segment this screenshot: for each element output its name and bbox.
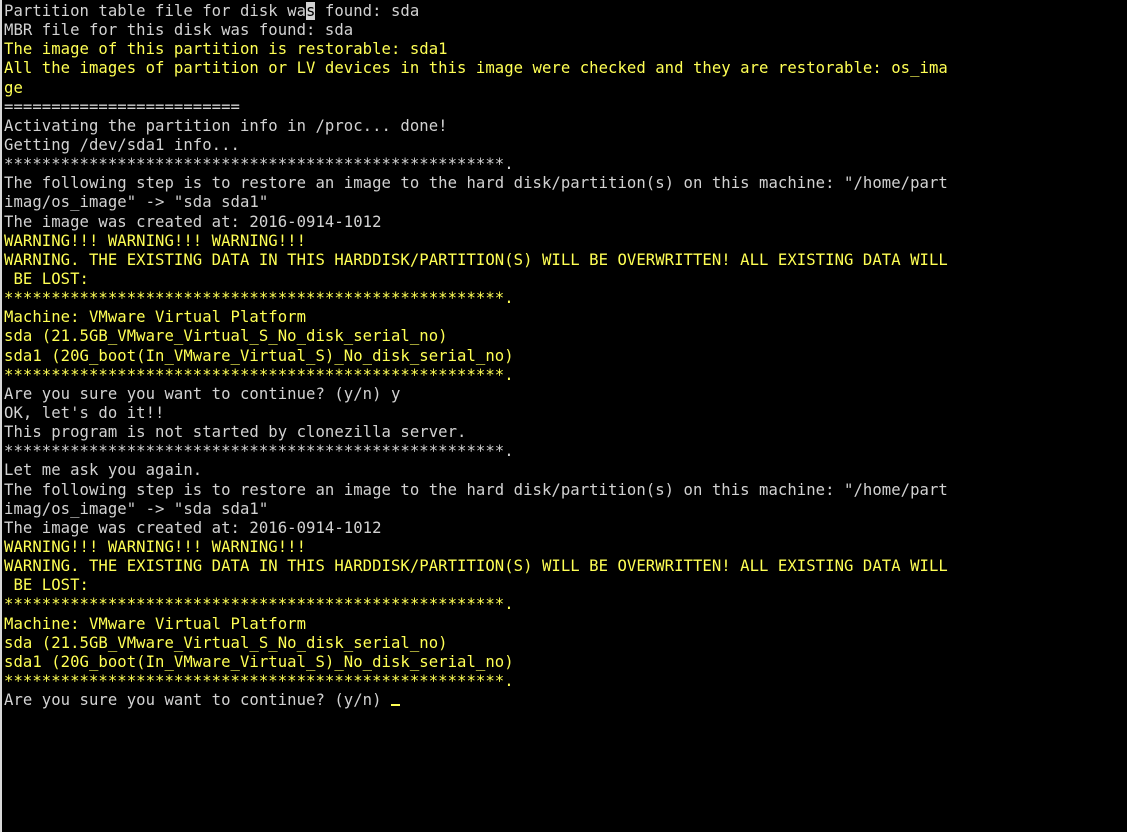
terminal-line: BE LOST: — [4, 269, 89, 288]
terminal-line: Partition table file for disk was found:… — [4, 2, 1127, 21]
terminal-line: sda1 (20G_boot(In_VMware_Virtual_S)_No_d… — [4, 652, 514, 671]
terminal-line: The following step is to restore an imag… — [4, 480, 948, 499]
terminal-prompt-line[interactable]: Are you sure you want to continue? (y/n) — [4, 691, 1127, 710]
terminal-line: imag/os_image" -> "sda sda1" — [4, 193, 269, 212]
terminal-line: BE LOST: — [4, 576, 89, 595]
terminal-line: Machine: VMware Virtual Platform — [4, 614, 307, 633]
terminal-line: ****************************************… — [4, 365, 514, 384]
terminal-line: WARNING!!! WARNING!!! WARNING!!! — [4, 231, 307, 250]
terminal-line: ****************************************… — [4, 442, 514, 461]
terminal-line: Activating the partition info in /proc..… — [4, 116, 448, 135]
terminal-line: Machine: VMware Virtual Platform — [4, 308, 307, 327]
terminal-window[interactable]: Partition table file for disk was found:… — [0, 0, 1127, 832]
line-text-before-cursor: Partition table file for disk wa — [4, 2, 307, 20]
terminal-line: sda (21.5GB_VMware_Virtual_S_No_disk_ser… — [4, 327, 448, 346]
terminal-line: Are you sure you want to continue? (y/n)… — [4, 384, 401, 403]
terminal-line: WARNING. THE EXISTING DATA IN THIS HARDD… — [4, 557, 948, 576]
terminal-line: WARNING!!! WARNING!!! WARNING!!! — [4, 537, 307, 556]
terminal-line: The following step is to restore an imag… — [4, 174, 948, 193]
terminal-line: ****************************************… — [4, 289, 514, 308]
terminal-line: This program is not started by clonezill… — [4, 423, 467, 442]
input-cursor[interactable] — [390, 704, 400, 707]
terminal-line: OK, let's do it!! — [4, 403, 165, 422]
terminal-line: ========================= — [4, 97, 240, 116]
prompt-text: Are you sure you want to continue? (y/n) — [4, 691, 391, 710]
terminal-line: MBR file for this disk was found: sda — [4, 21, 354, 40]
terminal-line: WARNING. THE EXISTING DATA IN THIS HARDD… — [4, 250, 948, 269]
terminal-line: ****************************************… — [4, 671, 514, 690]
terminal-line: ge — [4, 78, 23, 97]
terminal-line: sda1 (20G_boot(In_VMware_Virtual_S)_No_d… — [4, 346, 514, 365]
terminal-line: Getting /dev/sda1 info... — [4, 135, 240, 154]
terminal-line: The image of this partition is restorabl… — [4, 40, 448, 59]
terminal-line: ****************************************… — [4, 595, 514, 614]
terminal-line: All the images of partition or LV device… — [4, 59, 948, 78]
terminal-line: The image was created at: 2016-0914-1012 — [4, 518, 382, 537]
terminal-line: The image was created at: 2016-0914-1012 — [4, 212, 382, 231]
line-text-after-cursor: found: sda — [315, 2, 420, 20]
terminal-line: ****************************************… — [4, 155, 514, 174]
terminal-line: sda (21.5GB_VMware_Virtual_S_No_disk_ser… — [4, 633, 448, 652]
terminal-line: Let me ask you again. — [4, 461, 203, 480]
terminal-line: imag/os_image" -> "sda sda1" — [4, 499, 269, 518]
